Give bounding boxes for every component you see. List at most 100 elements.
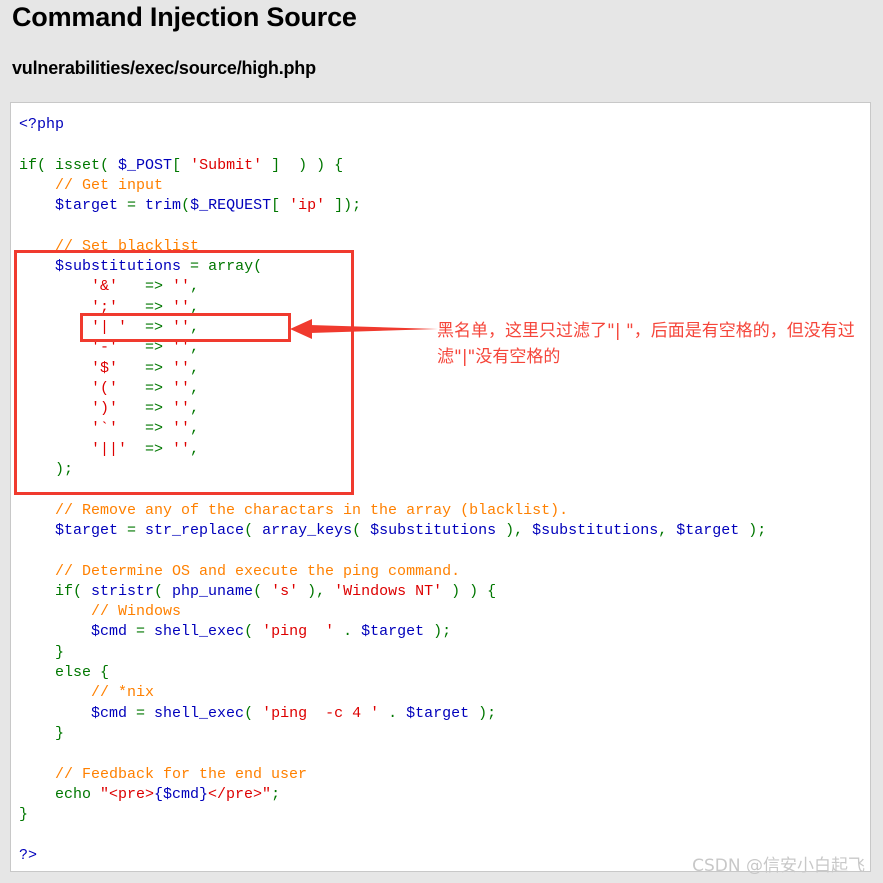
code-line: }	[19, 805, 870, 825]
code-token: trim	[145, 197, 182, 215]
code-token: $target	[55, 197, 119, 215]
code-line: else {	[19, 663, 870, 683]
code-token: =>	[127, 318, 173, 336]
code-token: 'ping -c 4 '	[262, 704, 380, 722]
code-token: $_POST	[118, 156, 173, 174]
code-token: ';'	[91, 298, 119, 316]
code-token: (	[352, 521, 371, 539]
code-token: ;	[271, 785, 281, 803]
code-line: '`' => '',	[19, 419, 870, 439]
code-token: '`'	[91, 420, 119, 438]
code-token: }	[19, 724, 65, 742]
code-line: // Determine OS and execute the ping com…	[19, 562, 870, 582]
code-token: ''	[172, 359, 191, 377]
code-token: );	[19, 461, 74, 479]
code-token: =	[127, 704, 155, 722]
code-line: // Remove any of the charactars in the a…	[19, 501, 870, 521]
code-token: $cmd	[91, 704, 128, 722]
code-line: // Feedback for the end user	[19, 765, 870, 785]
code-token: </pre>"	[208, 785, 272, 803]
code-line: ')' => '',	[19, 399, 870, 419]
code-token: array_keys	[262, 521, 353, 539]
code-line: '(' => '',	[19, 379, 870, 399]
code-token: if(	[19, 582, 92, 600]
code-token: // Determine OS and execute the ping com…	[19, 562, 461, 580]
code-token: =	[181, 258, 209, 276]
code-token: // Get input	[19, 176, 164, 194]
code-token: ),	[298, 582, 335, 600]
code-token: ,	[190, 379, 200, 397]
code-line: }	[19, 724, 870, 744]
code-token: $target	[406, 704, 470, 722]
code-token: =>	[118, 278, 173, 296]
code-line: // Windows	[19, 602, 870, 622]
code-token: '('	[91, 379, 119, 397]
code-line: $cmd = shell_exec( 'ping -c 4 ' . $targe…	[19, 704, 870, 724]
code-token: ?>	[19, 846, 38, 864]
code-token: ]);	[325, 197, 362, 215]
code-token: 's'	[271, 582, 299, 600]
code-token: $cmd	[91, 623, 128, 641]
code-token: ''	[172, 298, 191, 316]
code-line: $substitutions = array(	[19, 257, 870, 277]
code-token: =	[127, 623, 155, 641]
code-token: // Remove any of the charactars in the a…	[19, 501, 569, 519]
php-source-code: <?php if( isset( $_POST[ 'Submit' ] ) ) …	[11, 103, 870, 866]
code-token: ,	[190, 359, 200, 377]
code-token: isset	[55, 156, 101, 174]
code-line: echo "<pre>{$cmd}</pre>";	[19, 785, 870, 805]
code-token: $substitutions	[55, 258, 182, 276]
code-line: ';' => '',	[19, 298, 870, 318]
code-token: ''	[172, 379, 191, 397]
code-token: ,	[658, 521, 677, 539]
code-token: (	[244, 704, 263, 722]
code-token: // Windows	[19, 603, 182, 621]
code-token: // Set blacklist	[19, 237, 200, 255]
code-token: =>	[118, 420, 173, 438]
code-token: ')'	[91, 400, 119, 418]
code-line: <?php	[19, 115, 870, 135]
code-token: shell_exec	[154, 623, 245, 641]
page-root: Command Injection Source vulnerabilities…	[0, 0, 883, 883]
code-token: else {	[19, 664, 110, 682]
code-token: .	[334, 623, 362, 641]
code-token: if(	[19, 156, 56, 174]
page-title: Command Injection Source	[12, 2, 357, 32]
code-token: =>	[118, 339, 173, 357]
code-token: <?php	[19, 116, 65, 133]
code-token: "<pre>	[100, 785, 155, 803]
code-token: );	[469, 704, 497, 722]
code-line: if( isset( $_POST[ 'Submit' ] ) ) {	[19, 156, 870, 176]
code-line: // Set blacklist	[19, 237, 870, 257]
code-token: );	[739, 521, 767, 539]
code-token: $target	[55, 521, 119, 539]
code-token: ,	[190, 440, 200, 458]
code-token: shell_exec	[154, 704, 245, 722]
code-token: stristr	[91, 582, 155, 600]
code-line: if( stristr( php_uname( 's' ), 'Windows …	[19, 582, 870, 602]
code-token: ,	[190, 298, 200, 316]
code-token: '$'	[91, 359, 119, 377]
code-token: ''	[172, 400, 191, 418]
code-token: array	[208, 258, 254, 276]
code-token: ''	[172, 420, 191, 438]
code-line: }	[19, 643, 870, 663]
code-token: 'ip'	[289, 197, 326, 215]
code-token: ''	[172, 318, 191, 336]
code-token: 'Submit'	[190, 156, 263, 174]
code-token: // Feedback for the end user	[19, 765, 308, 783]
code-token: =>	[118, 359, 173, 377]
